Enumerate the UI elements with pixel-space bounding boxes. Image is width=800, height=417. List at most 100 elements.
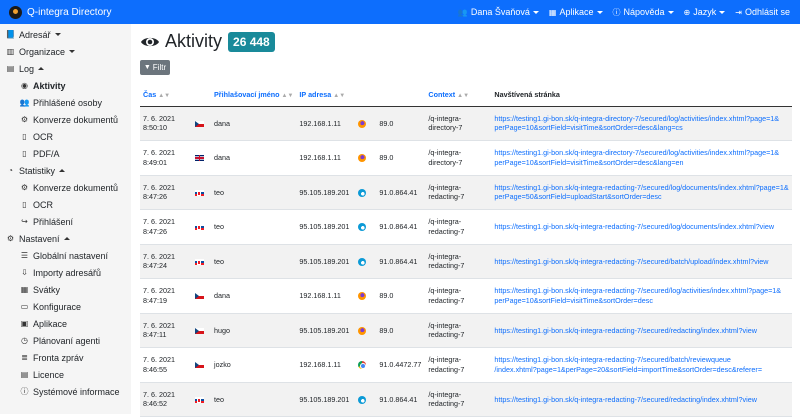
document-icon: ▯	[22, 149, 27, 158]
sidebar-item-label: Globální nastavení	[33, 250, 109, 261]
browser-version-cell: 89.0	[376, 278, 426, 314]
login-text: teo	[214, 187, 224, 197]
chevron-down-icon	[69, 50, 76, 53]
help-menu[interactable]: ⓘ Nápověda	[613, 7, 674, 18]
visited-page-cell[interactable]: https://testing1.gi-bon.sk/q-integra-red…	[491, 347, 792, 383]
sidebar-item-label: OCR	[33, 199, 53, 210]
visited-page-link[interactable]: https://testing1.gi-bon.sk/q-integra-red…	[494, 355, 731, 364]
ip-text: 192.168.1.11	[299, 118, 341, 128]
date-text: 7. 6. 2021	[143, 148, 175, 158]
visited-page-cell[interactable]: https://testing1.gi-bon.sk/q-integra-red…	[491, 382, 792, 417]
browser-cell	[355, 244, 377, 279]
sidebar-item[interactable]: ⓘ Systémové informace	[0, 383, 131, 400]
sidebar-item[interactable]: ⚙ Nastavení	[0, 230, 131, 247]
queue-icon: ≣	[21, 353, 28, 362]
users-icon: 👥	[19, 98, 30, 107]
sidebar-item[interactable]: ≣ Fronta zpráv	[0, 349, 131, 366]
gear-icon: ⚙	[6, 234, 15, 243]
sidebar-item[interactable]: ⇩ Importy adresářů	[0, 264, 131, 281]
column-context[interactable]: Context ▲▼	[425, 84, 492, 107]
sidebar-item[interactable]: ⚙ Konverze dokumentů	[0, 179, 131, 196]
context-text: redacting-7	[428, 330, 465, 340]
sidebar-item[interactable]: ☰ Globální nastavení	[0, 247, 131, 264]
question-icon: ⓘ	[612, 7, 621, 17]
visited-page-link[interactable]: perPage=10&sortField=visitTime&sortOrder…	[494, 158, 683, 167]
date-text: 7. 6. 2021	[143, 389, 175, 399]
user-name: Dana Švaňová	[470, 7, 530, 17]
table-row: 7. 6. 2021 8:46:55 jozko 192.168.1.11 91.0.4…	[140, 347, 792, 383]
sidebar-item[interactable]: ◔ Statistiky	[0, 162, 131, 179]
time-text: 8:46:52	[143, 399, 167, 409]
sidebar-item[interactable]: ▯ PDF/A	[0, 145, 131, 162]
visited-page-link[interactable]: https://testing1.gi-bon.sk/q-integra-dir…	[494, 148, 779, 157]
visited-page-link[interactable]: /index.xhtml?page=1&perPage=20&sortField…	[494, 365, 762, 374]
login-text: dana	[214, 291, 230, 300]
visited-page-link[interactable]: https://testing1.gi-bon.sk/q-integra-red…	[494, 257, 768, 266]
browser-version-cell: 91.0.4472.77	[376, 347, 426, 383]
chevron-down-icon	[54, 33, 61, 36]
visited-page-link[interactable]: https://testing1.gi-bon.sk/q-integra-red…	[494, 183, 788, 192]
login-icon: ↪	[21, 217, 28, 226]
grid-icon: ▦	[548, 7, 557, 17]
funnel-icon: ▼	[143, 64, 151, 71]
table-row: 7. 6. 2021 8:47:11 hugo 95.105.189.201 89.0 /…	[140, 313, 792, 348]
visited-page-cell[interactable]: https://testing1.gi-bon.sk/q-integra-red…	[491, 209, 792, 245]
version-text: 89.0	[379, 118, 394, 128]
sidebar-item[interactable]: ▤ Licence	[0, 366, 131, 383]
visited-page-cell[interactable]: https://testing1.gi-bon.sk/q-integra-red…	[491, 244, 792, 279]
date-text: 7. 6. 2021	[143, 320, 175, 330]
sidebar-item[interactable]: ◉ Aktivity	[0, 77, 131, 94]
brand[interactable]: Q-integra Directory	[9, 5, 111, 19]
user-menu[interactable]: 👥 Dana Švaňová	[458, 7, 539, 17]
visited-page-link[interactable]: https://testing1.gi-bon.sk/q-integra-red…	[494, 326, 756, 335]
sidebar-item[interactable]: ▣ Aplikace	[0, 315, 131, 332]
sidebar-item[interactable]: ◷ Plánovaní agenti	[0, 332, 131, 349]
edge-icon	[358, 395, 367, 404]
visited-page-link[interactable]: https://testing1.gi-bon.sk/q-integra-red…	[494, 222, 774, 231]
visited-page-cell[interactable]: https://testing1.gi-bon.sk/q-integra-red…	[491, 175, 792, 210]
table-row: 7. 6. 2021 8:47:26 teo 95.105.189.201 91.0.8…	[140, 175, 792, 210]
flag-cz-icon	[195, 293, 204, 300]
language-menu[interactable]: ⊕ Jazyk	[684, 7, 726, 17]
apps-menu[interactable]: ▦ Aplikace	[549, 7, 603, 17]
sidebar-item[interactable]: ▦ Svátky	[0, 281, 131, 298]
sidebar-item[interactable]: ↪ Přihlášení	[0, 213, 131, 230]
sidebar-item[interactable]: ▭ Konfigurace	[0, 298, 131, 315]
flag-gb-icon	[195, 155, 204, 162]
sidebar-item[interactable]: ▤ Log	[0, 60, 131, 77]
eye-icon	[141, 37, 159, 46]
visited-page-link[interactable]: perPage=50&sortField=uploadStart&sortOrd…	[494, 192, 661, 201]
chevron-down-icon	[719, 10, 726, 14]
ip-text: 192.168.1.11	[299, 153, 341, 162]
sidebar-item[interactable]: ▯ OCR	[0, 196, 131, 213]
login-cell: dana	[211, 106, 297, 141]
visited-page-cell[interactable]: https://testing1.gi-bon.sk/q-integra-red…	[491, 313, 792, 348]
visited-page-link[interactable]: https://testing1.gi-bon.sk/q-integra-red…	[494, 286, 781, 295]
sidebar-item[interactable]: 👥 Přihlášené osoby	[0, 94, 131, 111]
clock-icon: ◷	[21, 336, 28, 345]
filter-button[interactable]: ▼ Filtr	[140, 60, 170, 75]
time-cell: 7. 6. 2021 8:47:11	[140, 313, 192, 348]
visited-page-link[interactable]: perPage=10&sortField=visitTime&sortOrder…	[494, 296, 653, 305]
visited-page-cell[interactable]: https://testing1.gi-bon.sk/q-integra-red…	[491, 278, 792, 314]
column-time[interactable]: Čas ▲▼	[140, 84, 192, 107]
visited-page-cell[interactable]: https://testing1.gi-bon.sk/q-integra-dir…	[491, 106, 792, 141]
sidebar-item[interactable]: ▯ OCR	[0, 128, 131, 145]
browser-cell	[355, 106, 377, 141]
login-cell: dana	[211, 140, 297, 176]
column-login[interactable]: Přihlašovací jméno ▲▼	[211, 84, 297, 107]
login-text: dana	[214, 118, 230, 128]
flag-cz-icon	[195, 120, 204, 127]
version-text: 89.0	[379, 291, 394, 300]
sidebar-item[interactable]: 📘 Adresář	[0, 26, 131, 43]
sidebar-item[interactable]: ⚙ Konverze dokumentů	[0, 111, 131, 128]
sidebar-item[interactable]: ▥ Organizace	[0, 43, 131, 60]
visited-page-link[interactable]: https://testing1.gi-bon.sk/q-integra-dir…	[494, 114, 779, 123]
visited-page-cell[interactable]: https://testing1.gi-bon.sk/q-integra-dir…	[491, 140, 792, 176]
logout-button[interactable]: ⇥ Odhlásit se	[735, 7, 790, 17]
visited-page-link[interactable]: https://testing1.gi-bon.sk/q-integra-red…	[494, 395, 756, 404]
visited-page-link[interactable]: perPage=10&sortField=visitTime&sortOrder…	[494, 123, 682, 132]
sidebar: 📘 Adresář ▥ Organizace ▤ Log ◉ Aktivity 👥 Přihláš…	[0, 24, 131, 414]
column-ip[interactable]: IP adresa ▲▼	[296, 84, 426, 107]
edge-icon	[358, 188, 367, 197]
